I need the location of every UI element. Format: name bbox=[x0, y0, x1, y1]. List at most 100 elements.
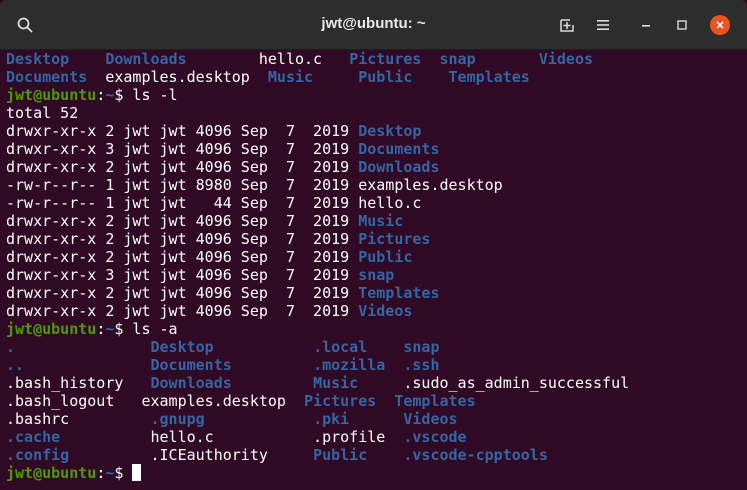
terminal-text: drwxr-xr-x 2 jwt jwt 4096 Sep 7 2019 bbox=[6, 230, 359, 248]
terminal-line: -rw-r--r-- 1 jwt jwt 8980 Sep 7 2019 exa… bbox=[6, 176, 741, 194]
terminal-text: Music bbox=[313, 374, 404, 392]
new-tab-button[interactable] bbox=[551, 9, 583, 41]
terminal-text: jwt@ubuntu bbox=[6, 464, 97, 482]
terminal-text: Downloads bbox=[150, 374, 314, 392]
terminal-text: jwt@ubuntu bbox=[6, 86, 97, 104]
terminal-text: .. bbox=[6, 356, 151, 374]
terminal-text: drwxr-xr-x 3 jwt jwt 4096 Sep 7 2019 bbox=[6, 140, 359, 158]
terminal-line: drwxr-xr-x 2 jwt jwt 4096 Sep 7 2019 Mus… bbox=[6, 212, 741, 230]
terminal-text: : bbox=[96, 86, 106, 104]
terminal-line: .. Documents .mozilla .ssh bbox=[6, 356, 741, 374]
terminal-text: Public bbox=[358, 68, 449, 86]
terminal-text: $ bbox=[114, 464, 133, 482]
terminal-line: . Desktop .local snap bbox=[6, 338, 741, 356]
terminal-text: drwxr-xr-x 2 jwt jwt 4096 Sep 7 2019 bbox=[6, 284, 359, 302]
minimize-icon bbox=[642, 25, 650, 27]
terminal-output[interactable]: Desktop Downloads hello.c Pictures snap … bbox=[6, 50, 741, 490]
terminal-line: .cache hello.c .profile .vscode bbox=[6, 428, 741, 446]
terminal-window: jwt@ubuntu: ~ Desktop Downloads hello.c … bbox=[0, 0, 747, 490]
terminal-line: Desktop Downloads hello.c Pictures snap … bbox=[6, 50, 741, 68]
terminal-text: Pictures bbox=[304, 392, 395, 410]
terminal-text: drwxr-xr-x 2 jwt jwt 4096 Sep 7 2019 bbox=[6, 122, 359, 140]
terminal-text: Desktop bbox=[6, 50, 106, 68]
terminal-text: jwt@ubuntu bbox=[6, 320, 97, 338]
terminal-line: jwt@ubuntu:~$ ls -l bbox=[6, 86, 741, 104]
menu-button[interactable] bbox=[587, 9, 619, 41]
close-icon bbox=[716, 21, 724, 29]
terminal-text: .config bbox=[6, 446, 151, 464]
terminal-line: drwxr-xr-x 2 jwt jwt 4096 Sep 7 2019 Tem… bbox=[6, 284, 741, 302]
terminal-line: drwxr-xr-x 2 jwt jwt 4096 Sep 7 2019 Pic… bbox=[6, 230, 741, 248]
terminal-text: Documents bbox=[6, 68, 106, 86]
terminal-line: -rw-r--r-- 1 jwt jwt 44 Sep 7 2019 hello… bbox=[6, 194, 741, 212]
maximize-icon bbox=[677, 20, 687, 30]
new-tab-icon bbox=[560, 19, 574, 32]
terminal-text: Desktop bbox=[358, 122, 422, 140]
terminal-text: total 52 bbox=[6, 104, 79, 122]
terminal-text: .bash_logout examples.desktop bbox=[6, 392, 305, 410]
terminal-text: Desktop bbox=[150, 338, 314, 356]
terminal-line: total 52 bbox=[6, 104, 741, 122]
text-cursor bbox=[132, 464, 142, 481]
terminal-text: drwxr-xr-x 2 jwt jwt 4096 Sep 7 2019 bbox=[6, 302, 359, 320]
terminal-text: Pictures bbox=[358, 230, 431, 248]
close-button[interactable] bbox=[704, 9, 736, 41]
terminal-text: $ ls -a bbox=[114, 320, 178, 338]
terminal-text: Pictures bbox=[349, 50, 440, 68]
terminal-text: snap bbox=[403, 338, 440, 356]
terminal-text: .vscode-cpptools bbox=[403, 446, 548, 464]
terminal-text: .cache bbox=[6, 428, 151, 446]
terminal-line: jwt@ubuntu:~$ ls -a bbox=[6, 320, 741, 338]
terminal-text: .vscode bbox=[403, 428, 467, 446]
terminal-line: jwt@ubuntu:~$ bbox=[6, 464, 741, 482]
terminal-line: drwxr-xr-x 2 jwt jwt 4096 Sep 7 2019 Des… bbox=[6, 122, 741, 140]
terminal-text: .ssh bbox=[403, 356, 440, 374]
minimize-button[interactable] bbox=[630, 9, 662, 41]
terminal-text: examples.desktop bbox=[105, 68, 268, 86]
terminal-text: Videos bbox=[403, 410, 458, 428]
terminal-text: snap bbox=[358, 266, 395, 284]
terminal-text: -rw-r--r-- 1 jwt jwt 44 Sep 7 2019 hello… bbox=[6, 194, 422, 212]
terminal-text: snap bbox=[439, 50, 539, 68]
terminal-line: drwxr-xr-x 2 jwt jwt 4096 Sep 7 2019 Pub… bbox=[6, 248, 741, 266]
terminal-text: : bbox=[96, 320, 106, 338]
terminal-text: .ICEauthority bbox=[150, 446, 314, 464]
terminal-text: drwxr-xr-x 2 jwt jwt 4096 Sep 7 2019 bbox=[6, 212, 359, 230]
terminal-line: drwxr-xr-x 3 jwt jwt 4096 Sep 7 2019 sna… bbox=[6, 266, 741, 284]
terminal-text: Templates bbox=[358, 284, 440, 302]
maximize-button[interactable] bbox=[666, 9, 698, 41]
terminal-text: Templates bbox=[394, 392, 476, 410]
terminal-text: .bashrc bbox=[6, 410, 151, 428]
terminal-text: .local bbox=[313, 338, 404, 356]
close-circle bbox=[710, 15, 730, 35]
terminal-text: .pki bbox=[313, 410, 404, 428]
terminal-text: Videos bbox=[538, 50, 594, 68]
terminal-line: .bashrc .gnupg .pki Videos bbox=[6, 410, 741, 428]
terminal-text: Videos bbox=[358, 302, 413, 320]
terminal-text: drwxr-xr-x 3 jwt jwt 4096 Sep 7 2019 bbox=[6, 266, 359, 284]
terminal-line: drwxr-xr-x 3 jwt jwt 4096 Sep 7 2019 Doc… bbox=[6, 140, 741, 158]
terminal-line: .bash_logout examples.desktop Pictures T… bbox=[6, 392, 741, 410]
terminal-text: hello.c .profile bbox=[150, 428, 404, 446]
terminal-line: Documents examples.desktop Music Public … bbox=[6, 68, 741, 86]
terminal-text: drwxr-xr-x 2 jwt jwt 4096 Sep 7 2019 bbox=[6, 158, 359, 176]
terminal-text: Music bbox=[267, 68, 359, 86]
terminal-line: .bash_history Downloads Music .sudo_as_a… bbox=[6, 374, 741, 392]
terminal-text: .gnupg bbox=[150, 410, 314, 428]
terminal-line: .config .ICEauthority Public .vscode-cpp… bbox=[6, 446, 741, 464]
title-bar: jwt@ubuntu: ~ bbox=[0, 0, 747, 50]
terminal-text: Music bbox=[358, 212, 404, 230]
terminal-text: : bbox=[96, 464, 106, 482]
terminal-text: Public bbox=[313, 446, 404, 464]
hamburger-menu-icon bbox=[597, 20, 609, 30]
terminal-text: .bash_history bbox=[6, 374, 151, 392]
terminal-text: -rw-r--r-- 1 jwt jwt 8980 Sep 7 2019 exa… bbox=[6, 176, 503, 194]
terminal-text: hello.c bbox=[258, 50, 350, 68]
terminal-text: Documents bbox=[358, 140, 440, 158]
terminal-text: Public bbox=[358, 248, 413, 266]
terminal-text: $ ls -l bbox=[114, 86, 178, 104]
terminal-text: .mozilla bbox=[313, 356, 404, 374]
terminal-text: Downloads bbox=[358, 158, 440, 176]
terminal-text: . bbox=[6, 338, 151, 356]
terminal-text: drwxr-xr-x 2 jwt jwt 4096 Sep 7 2019 bbox=[6, 248, 359, 266]
